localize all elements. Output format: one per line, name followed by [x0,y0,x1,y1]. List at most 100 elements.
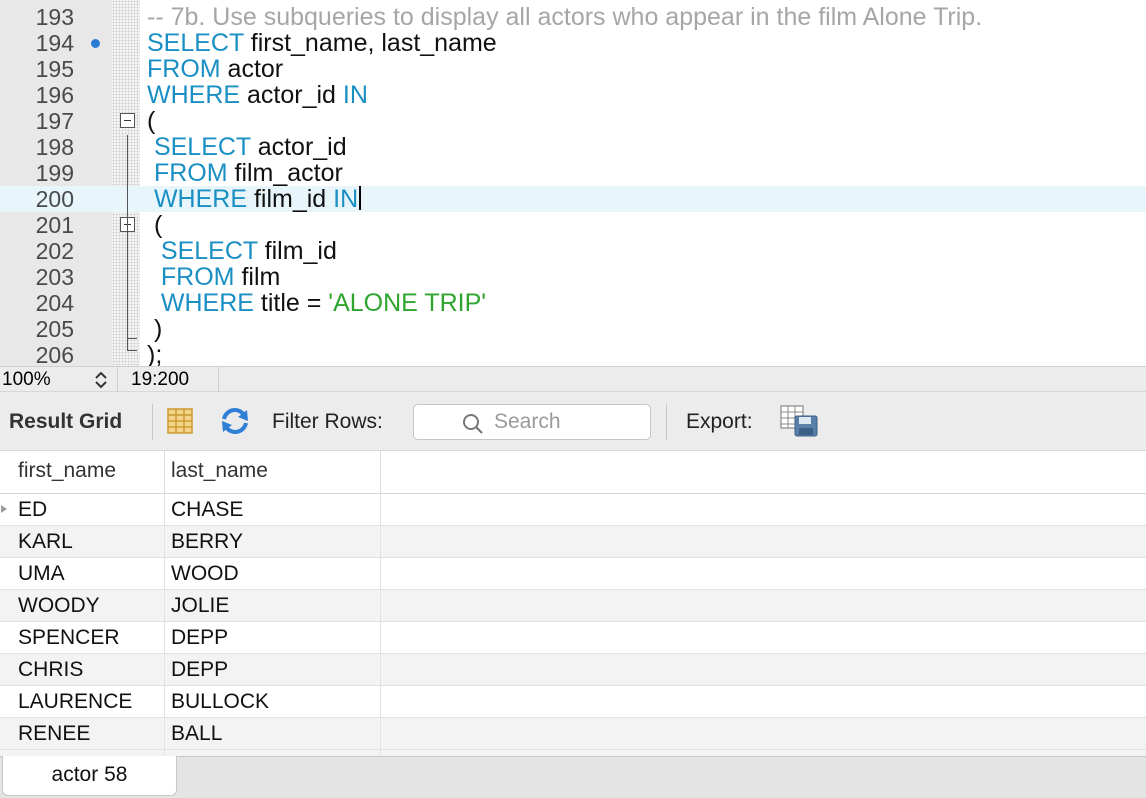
cell-last-name[interactable]: JOLIE [165,590,381,622]
line-number: 196 [35,82,74,108]
line-number: 204 [35,290,74,316]
cell-last-name[interactable]: WOOD [165,558,381,590]
table-row[interactable]: KARL BERRY [0,526,1146,558]
zoom-level: 100% [2,369,51,390]
table-row[interactable]: SPENCER DEPP [0,622,1146,654]
code-line[interactable]: 199 FROM film_actor [0,160,1146,186]
editor-status-bar: 100% 19:200 [0,366,1146,392]
code-line[interactable]: 200 WHERE film_id IN [0,186,1146,212]
code-token: WHERE [147,81,241,109]
filter-search-input[interactable] [494,409,644,435]
code-token: FROM [147,159,228,187]
code-text: SELECT first_name, last_name [147,30,497,56]
cell-last-name[interactable]: BALL [165,718,381,750]
code-text: ( [147,212,162,238]
cell-first-name[interactable]: ED [12,494,165,526]
cell-first-name[interactable]: WOODY [12,590,165,622]
current-row-marker-icon [1,505,7,513]
filter-rows-label: Filter Rows: [272,410,383,433]
sql-editor[interactable]: 193 -- 7b. Use subqueries to display all … [0,0,1146,366]
line-number: 195 [35,56,74,82]
code-token: film_actor [227,159,343,187]
code-token: FROM [147,263,235,291]
code-token: film_id [247,185,334,213]
code-text: -- 7b. Use subqueries to display all act… [147,4,982,30]
line-number: 193 [35,4,74,30]
filter-search-box[interactable] [413,404,651,440]
code-token: WHERE [147,185,247,213]
line-number: 202 [35,238,74,264]
code-line[interactable]: 195 FROM actor [0,56,1146,82]
code-line[interactable]: 193 -- 7b. Use subqueries to display all … [0,4,1146,30]
result-grid[interactable]: first_name last_name ED CHASE KARL BERRY UMA… [0,450,1146,756]
cell-last-name[interactable]: BULLOCK [165,686,381,718]
cell-last-name[interactable]: CHASE [165,494,381,526]
code-text: SELECT actor_id [147,134,347,160]
code-token: FROM [147,55,221,83]
toolbar-separator [152,404,153,440]
column-header-first-name[interactable]: first_name [12,451,165,494]
line-number: 203 [35,264,74,290]
line-number: 199 [35,160,74,186]
code-token: IN [342,81,368,109]
line-number: 206 [35,342,74,366]
code-line[interactable]: 204 WHERE title = 'ALONE TRIP' [0,290,1146,316]
zoom-control[interactable]: 100% [0,367,118,392]
code-line[interactable]: 194 SELECT first_name, last_name [0,30,1146,56]
breakpoint-marker[interactable] [91,39,100,48]
code-text: FROM actor [147,56,283,82]
code-text: ) [147,316,162,342]
result-tab-bar: actor 58 [0,756,1146,798]
code-token: WHERE [147,289,254,317]
fold-toggle-icon[interactable] [120,113,135,128]
code-line[interactable]: 206); [0,342,1146,366]
result-grid-label[interactable]: Result Grid [9,410,122,434]
code-line[interactable]: 196 WHERE actor_id IN [0,82,1146,108]
grid-view-icon[interactable] [167,408,193,434]
code-text: FROM film [147,264,280,290]
table-row[interactable]: UMA WOOD [0,558,1146,590]
code-token: -- 7b. Use subqueries to display all act… [147,3,983,31]
cell-first-name[interactable]: UMA [12,558,165,590]
code-token: first_name, last_name [243,29,497,57]
refresh-icon[interactable] [218,406,252,436]
cell-first-name[interactable]: CHRIS [12,654,165,686]
fold-guide-outer [127,135,128,350]
cell-last-name[interactable]: DEPP [165,654,381,686]
search-icon [463,414,483,434]
code-token: 'ALONE TRIP' [328,289,487,317]
code-text: SELECT film_id [147,238,337,264]
table-row[interactable]: WOODY JOLIE [0,590,1146,622]
code-line[interactable]: 201 ( [0,212,1146,238]
table-row[interactable]: LAURENCE BULLOCK [0,686,1146,718]
cursor-position-label: 19:200 [131,369,190,390]
code-line[interactable]: 198 SELECT actor_id [0,134,1146,160]
code-token: actor_id [240,81,343,109]
cell-first-name[interactable]: LAURENCE [12,686,165,718]
export-icon[interactable] [779,404,819,438]
code-line[interactable]: 197 ( [0,108,1146,134]
code-token: ( [147,211,163,239]
cell-first-name[interactable]: KARL [12,526,165,558]
zoom-stepper-icon[interactable] [92,369,110,391]
cell-last-name[interactable]: BERRY [165,526,381,558]
table-row[interactable]: ED CHASE [0,494,1146,526]
result-tab-actor[interactable]: actor 58 [2,756,177,796]
code-line[interactable]: 202 SELECT film_id [0,238,1146,264]
line-number: 198 [35,134,74,160]
cursor-position: 19:200 [119,367,219,392]
cell-first-name[interactable]: SPENCER [12,622,165,654]
column-header-last-name[interactable]: last_name [165,451,381,494]
table-row[interactable]: RENEE BALL [0,718,1146,750]
text-caret [359,186,362,210]
code-line[interactable]: 205 ) [0,316,1146,342]
code-token: ) [147,315,163,343]
cell-first-name[interactable]: RENEE [12,718,165,750]
code-line[interactable]: 203 FROM film [0,264,1146,290]
code-token: actor_id [250,133,347,161]
cell-last-name[interactable]: DEPP [165,622,381,654]
toolbar-separator [666,404,667,440]
table-row[interactable]: CHRIS DEPP [0,654,1146,686]
export-label: Export: [686,410,753,433]
code-text: WHERE title = 'ALONE TRIP' [147,290,486,316]
